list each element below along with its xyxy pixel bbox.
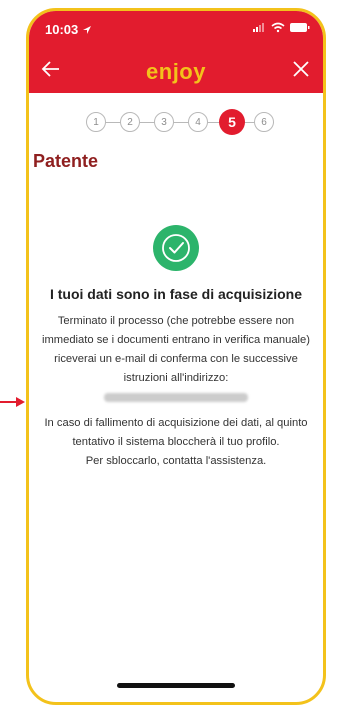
battery-icon: [290, 23, 310, 32]
description-line-2: In caso di fallimento di acquisizione de…: [44, 417, 308, 448]
location-arrow-icon: [82, 26, 91, 34]
success-check-icon: [153, 225, 199, 271]
description-line-1: Terminato il processo (che potrebbe esse…: [41, 315, 310, 384]
step-6: 6: [254, 112, 274, 132]
wifi-icon: [271, 22, 285, 33]
step-1: 1: [86, 112, 106, 132]
step-3: 3: [154, 112, 174, 132]
step-2: 2: [120, 112, 140, 132]
phone-frame: 10:03 enjoy 1 2 3 4 5 6 Patente I tuoi d…: [26, 8, 326, 705]
status-time: 10:03: [45, 22, 92, 37]
step-4: 4: [188, 112, 208, 132]
description-line-3: Per sbloccarlo, contatta l'assistenza.: [85, 455, 267, 467]
pointer-arrow-icon: [0, 397, 25, 407]
app-logo: enjoy: [146, 59, 206, 84]
progress-stepper: 1 2 3 4 5 6: [29, 101, 323, 145]
app-header: 10:03 enjoy: [29, 11, 323, 93]
status-description: Terminato il processo (che potrebbe esse…: [29, 312, 323, 471]
status-headline: I tuoi dati sono in fase di acquisizione: [49, 286, 303, 302]
page-title: Patente: [33, 151, 99, 171]
home-indicator: [117, 683, 235, 688]
email-redacted: [33, 388, 319, 414]
signal-icon: [253, 23, 264, 32]
status-icons: [253, 22, 310, 33]
step-5-active: 5: [219, 109, 245, 135]
close-icon[interactable]: [289, 57, 313, 81]
